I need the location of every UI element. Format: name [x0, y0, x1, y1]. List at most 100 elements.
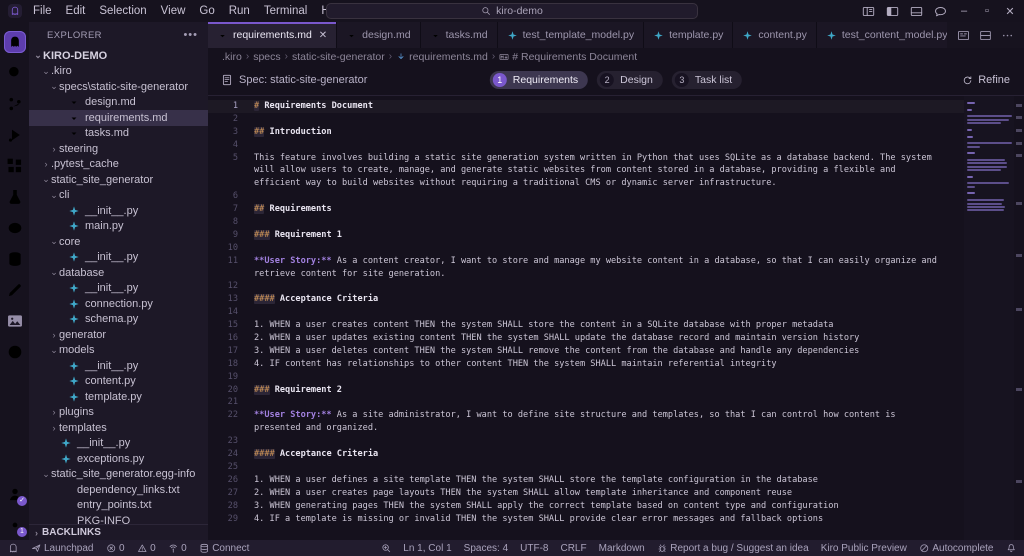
tree-folder[interactable]: ⌄core — [29, 234, 208, 250]
status-0[interactable]: 0 — [168, 543, 187, 554]
tree-folder[interactable]: ⌄.kiro — [29, 64, 208, 80]
status-utf-8[interactable]: UTF-8 — [520, 543, 548, 554]
spec-step-requirements[interactable]: 1Requirements — [490, 71, 588, 89]
activity-settings-icon[interactable]: 1 — [0, 509, 29, 540]
spec-step-task-list[interactable]: 3Task list — [672, 71, 742, 89]
refine-button[interactable]: Refine — [962, 74, 1010, 86]
menu-terminal[interactable]: Terminal — [257, 0, 314, 22]
menu-edit[interactable]: Edit — [59, 0, 93, 22]
tree-folder[interactable]: ⌄static_site_generator.egg-info — [29, 467, 208, 483]
explorer-more-actions[interactable]: ••• — [183, 29, 198, 41]
status-kiro-public-preview[interactable]: Kiro Public Preview — [821, 543, 907, 554]
activity-search-icon[interactable] — [0, 57, 29, 88]
tree-file[interactable]: __init__.py — [29, 203, 208, 219]
more-icon[interactable] — [1001, 29, 1014, 42]
activity-image-icon[interactable] — [0, 305, 29, 336]
tree-file[interactable]: connection.py — [29, 296, 208, 312]
minimap[interactable] — [964, 96, 1014, 540]
tree-root-kiro-demo[interactable]: ⌄KIRO-DEMO — [29, 48, 208, 64]
tree-file[interactable]: __init__.py — [29, 436, 208, 452]
breadcrumb-item[interactable]: static-site-generator — [292, 51, 385, 63]
tree-folder[interactable]: ⌄specs\static-site-generator — [29, 79, 208, 95]
status-bell[interactable] — [1006, 543, 1017, 554]
tree-file[interactable]: content.py — [29, 374, 208, 390]
tree-file[interactable]: __init__.py — [29, 250, 208, 266]
tree-file[interactable]: template.py — [29, 389, 208, 405]
restore-button[interactable]: ▫ — [981, 5, 993, 17]
tree-file[interactable]: requirements.md — [29, 110, 208, 126]
tree-file[interactable]: schema.py — [29, 312, 208, 328]
status-connect[interactable]: Connect — [199, 543, 250, 554]
tab-template.py[interactable]: template.py — [644, 22, 733, 48]
tree-file[interactable]: __init__.py — [29, 281, 208, 297]
status-report-a-bug-suggest-an-idea[interactable]: Report a bug / Suggest an idea — [657, 543, 809, 554]
tab-close-icon[interactable]: ✕ — [319, 30, 327, 41]
minimize-button[interactable]: – — [958, 5, 970, 17]
status-0[interactable]: 0 — [106, 543, 125, 554]
tab-requirements.md[interactable]: requirements.md✕ — [208, 22, 337, 48]
toggle-panel-icon[interactable] — [910, 5, 923, 18]
status-ghost[interactable] — [8, 543, 19, 554]
tree-file[interactable]: entry_points.txt — [29, 498, 208, 514]
tree-file[interactable]: tasks.md — [29, 126, 208, 142]
chat-bubble-icon[interactable] — [934, 5, 947, 18]
tree-folder[interactable]: ⌄database — [29, 265, 208, 281]
command-center-search[interactable]: kiro-demo — [326, 3, 698, 19]
status-autocomplete[interactable]: Autocomplete — [919, 543, 994, 554]
tab-content.py[interactable]: content.py — [733, 22, 816, 48]
breadcrumb-item[interactable]: .kiro — [222, 51, 242, 63]
breadcrumb-item[interactable]: # Requirements Document — [499, 51, 637, 63]
tree-folder[interactable]: ›plugins — [29, 405, 208, 421]
tree-folder[interactable]: ⌄static_site_generator — [29, 172, 208, 188]
menu-go[interactable]: Go — [192, 0, 221, 22]
tree-folder[interactable]: ›templates — [29, 420, 208, 436]
activity-run-debug-icon[interactable] — [0, 119, 29, 150]
tab-test_template_model.py[interactable]: test_template_model.py — [498, 22, 644, 48]
customize-layout-icon[interactable] — [862, 5, 875, 18]
toggle-sidebar-icon[interactable] — [886, 5, 899, 18]
tree-file[interactable]: main.py — [29, 219, 208, 235]
status-spaces-4[interactable]: Spaces: 4 — [464, 543, 508, 554]
activity-account-icon[interactable]: ✓ — [0, 478, 29, 509]
menu-run[interactable]: Run — [222, 0, 257, 22]
activity-source-control-icon[interactable] — [0, 88, 29, 119]
tree-folder[interactable]: ›.pytest_cache — [29, 157, 208, 173]
tree-file[interactable]: dependency_links.txt — [29, 482, 208, 498]
status-0[interactable]: 0 — [137, 543, 156, 554]
breadcrumb-item[interactable]: requirements.md — [396, 51, 488, 63]
tree-folder[interactable]: ›steering — [29, 141, 208, 157]
activity-testing-icon[interactable] — [0, 181, 29, 212]
backlinks-section[interactable]: › BACKLINKS — [29, 524, 208, 540]
tree-folder[interactable]: ⌄models — [29, 343, 208, 359]
code-editor[interactable]: 1# Requirements Document23## Introductio… — [208, 96, 1024, 540]
activity-agent-icon[interactable] — [0, 212, 29, 243]
tab-test_content_model.py[interactable]: test_content_model.py — [817, 22, 947, 48]
menu-view[interactable]: View — [154, 0, 193, 22]
tree-file[interactable]: __init__.py — [29, 358, 208, 374]
status-markdown[interactable]: Markdown — [599, 543, 645, 554]
status-ln-1-col-1[interactable]: Ln 1, Col 1 — [403, 543, 451, 554]
overview-ruler[interactable] — [1014, 96, 1024, 540]
activity-history-icon[interactable] — [0, 336, 29, 367]
close-button[interactable]: ✕ — [1004, 5, 1016, 18]
split-editor-icon[interactable] — [979, 29, 992, 42]
breadcrumb-item[interactable]: specs — [253, 51, 280, 63]
tree-folder[interactable]: ⌄cli — [29, 188, 208, 204]
activity-extensions-icon[interactable] — [0, 150, 29, 181]
activity-kiro-icon[interactable] — [0, 26, 29, 57]
menu-selection[interactable]: Selection — [92, 0, 153, 22]
spec-step-design[interactable]: 2Design — [597, 71, 663, 89]
tree-file[interactable]: PKG-INFO — [29, 513, 208, 524]
tree-file[interactable]: exceptions.py — [29, 451, 208, 467]
activity-pen-icon[interactable] — [0, 274, 29, 305]
menu-file[interactable]: File — [26, 0, 59, 22]
status-launchpad[interactable]: Launchpad — [31, 543, 94, 554]
layout-icon[interactable] — [957, 29, 970, 42]
tab-design.md[interactable]: design.md — [337, 22, 420, 48]
tree-file[interactable]: design.md — [29, 95, 208, 111]
tab-tasks.md[interactable]: tasks.md — [421, 22, 498, 48]
tree-folder[interactable]: ›generator — [29, 327, 208, 343]
status-crlf[interactable]: CRLF — [560, 543, 586, 554]
activity-database-icon[interactable] — [0, 243, 29, 274]
status-zoom-in[interactable] — [381, 543, 392, 554]
